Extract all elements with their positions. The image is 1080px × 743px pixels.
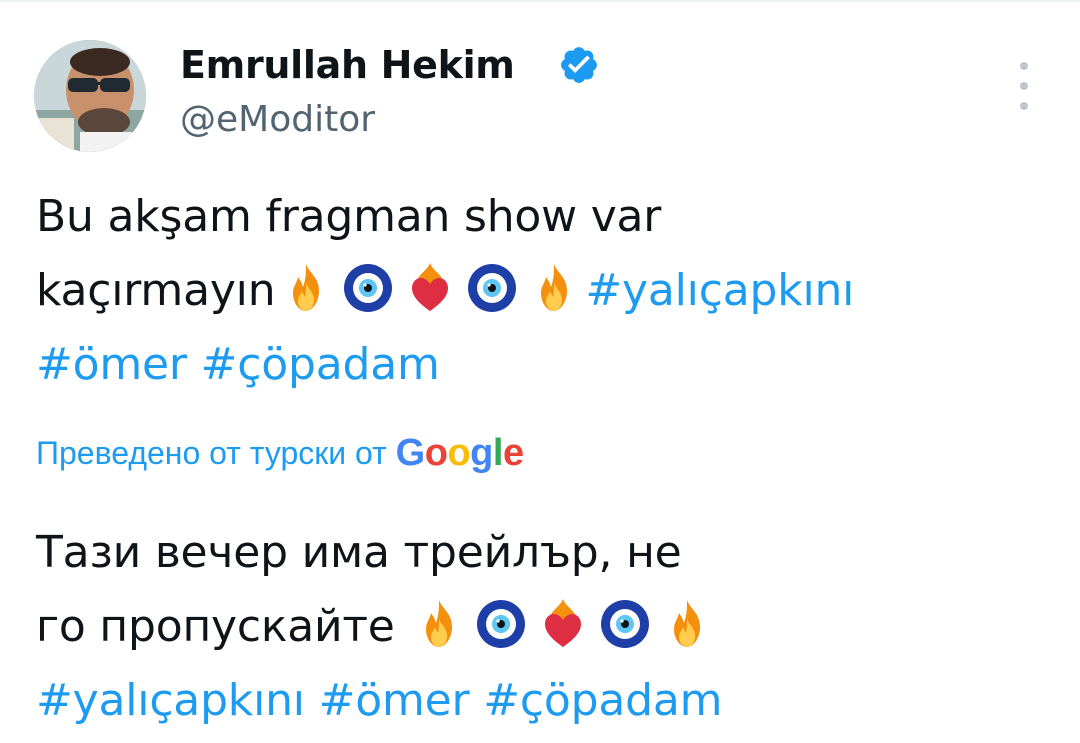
avatar[interactable]: [34, 40, 146, 152]
google-logo-icon: Google: [395, 432, 524, 474]
tweet-line: kaçırmayın: [36, 265, 276, 316]
hashtag-link[interactable]: #çöpadam: [483, 675, 722, 726]
tweet-text-translated: Тази вечер има трейлър, не го пропускайт…: [36, 516, 1046, 738]
nazar-amulet-emoji-icon: [465, 261, 519, 315]
top-divider: [0, 0, 1080, 2]
hashtag-link[interactable]: #yalıçapkını: [36, 675, 305, 726]
tweet-text-original: Bu akşam fragman show var kaçırmayın #yal…: [36, 180, 1046, 402]
tweet-line: го пропускайте: [36, 601, 395, 652]
hashtag-link[interactable]: #ömer: [36, 339, 187, 390]
tweet-line: Bu akşam fragman show var: [36, 191, 662, 242]
nazar-amulet-emoji-icon: [474, 597, 528, 651]
author-handle[interactable]: @eModitor: [180, 98, 375, 142]
heart-on-fire-emoji-icon: [536, 597, 590, 651]
verified-badge-icon[interactable]: [558, 44, 600, 86]
nazar-amulet-emoji-icon: [598, 597, 652, 651]
nazar-amulet-emoji-icon: [341, 261, 395, 315]
more-vertical-icon[interactable]: [1004, 62, 1044, 110]
fire-emoji-icon: [279, 261, 333, 315]
fire-emoji-icon: [412, 597, 466, 651]
hashtag-link[interactable]: #ömer: [319, 675, 470, 726]
translation-attribution[interactable]: Преведено от турски от Google: [36, 428, 524, 478]
translation-label: Преведено от турски от: [36, 435, 387, 471]
hashtag-link[interactable]: #yalıçapkını: [585, 265, 854, 316]
tweet-line: Тази вечер има трейлър, не: [36, 527, 682, 578]
heart-on-fire-emoji-icon: [403, 261, 457, 315]
fire-emoji-icon: [660, 597, 714, 651]
fire-emoji-icon: [527, 261, 581, 315]
hashtag-link[interactable]: #çöpadam: [201, 339, 440, 390]
author-name[interactable]: Emrullah Hekim: [180, 42, 515, 88]
